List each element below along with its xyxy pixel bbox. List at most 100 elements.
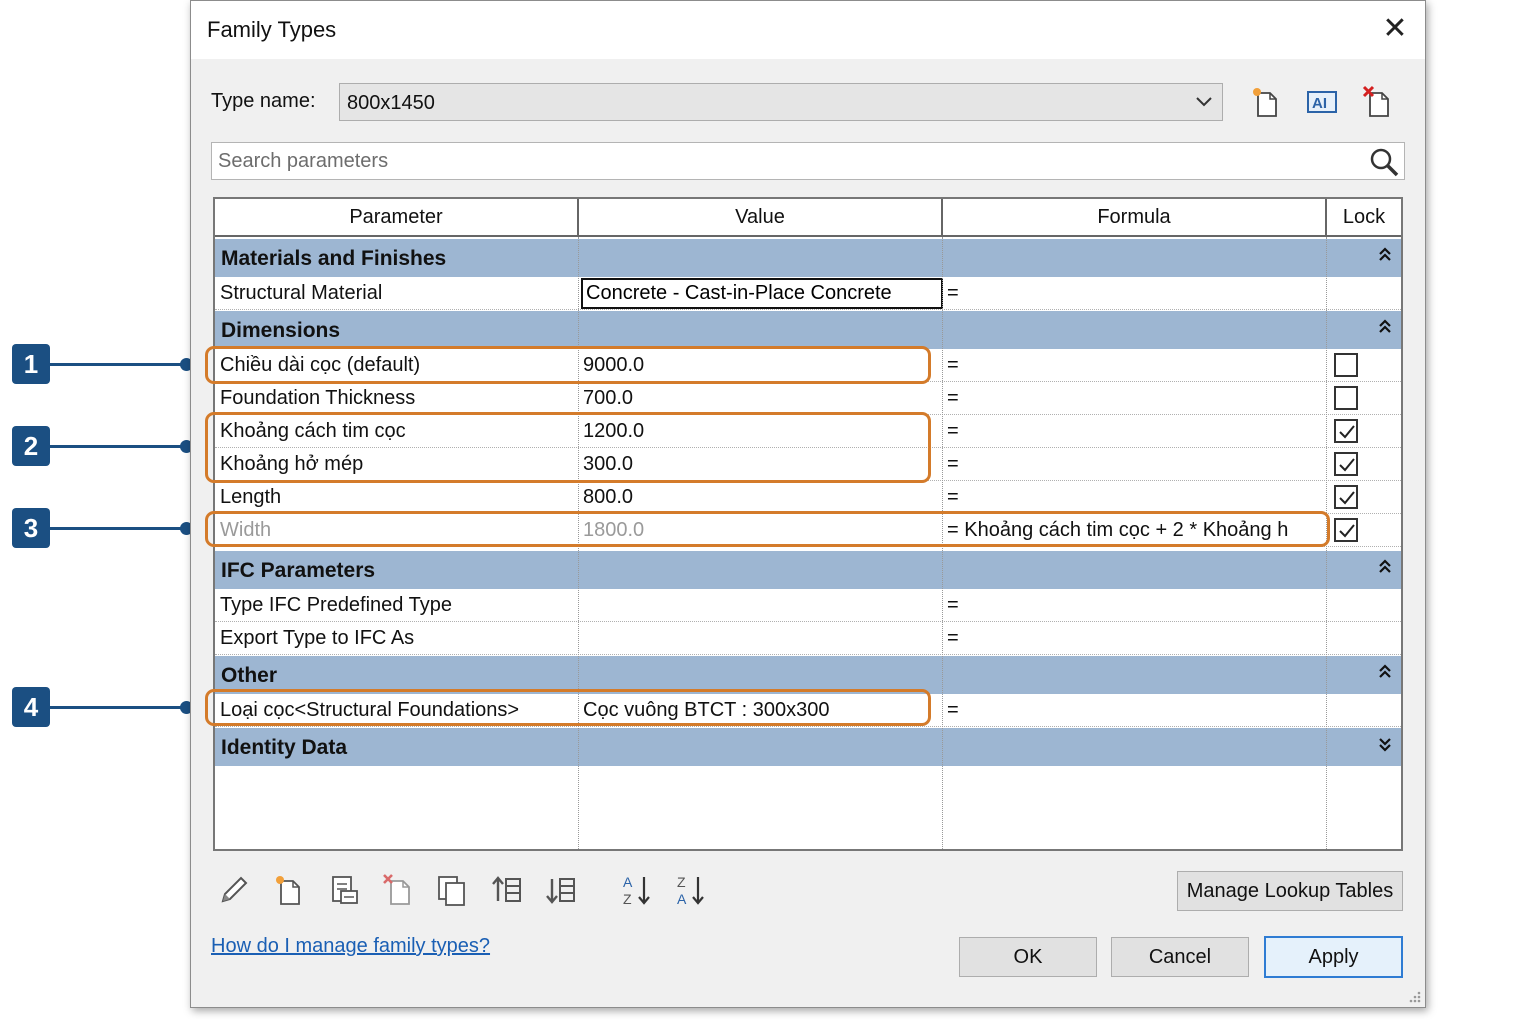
table-row[interactable]: Type IFC Predefined Type = (215, 589, 1401, 622)
highlight-box-2 (205, 412, 931, 483)
new-parameter-icon[interactable] (271, 871, 309, 909)
sort-descending-icon[interactable]: ZA (673, 871, 711, 909)
parameter-name: Foundation Thickness (220, 387, 416, 409)
value-cell[interactable] (579, 589, 941, 621)
formula-cell[interactable]: = (943, 589, 1325, 621)
group-materials-and-finishes[interactable]: Materials and Finishes (215, 239, 1401, 277)
svg-text:Z: Z (623, 891, 632, 907)
group-label: Materials and Finishes (221, 247, 447, 270)
lock-checkbox[interactable] (1334, 353, 1358, 377)
dialog-title: Family Types (207, 17, 337, 42)
page: 1 2 3 4 Family Types ✕ Type name: 800x14… (0, 0, 1520, 1020)
highlight-box-3 (205, 511, 1330, 547)
formula-cell[interactable]: = (943, 481, 1325, 513)
formula-cell[interactable]: = (943, 382, 1325, 414)
table-row[interactable]: Structural Material Concrete - Cast-in-P… (215, 277, 1401, 310)
value-cell[interactable] (579, 622, 941, 654)
lock-cell (1327, 448, 1401, 480)
highlight-box-4 (205, 689, 931, 726)
sort-ascending-icon[interactable]: AZ (619, 871, 657, 909)
delete-parameter-icon[interactable] (379, 871, 417, 909)
header-lock[interactable]: Lock (1327, 199, 1401, 235)
lock-cell (1327, 382, 1401, 414)
group-ifc-parameters[interactable]: IFC Parameters (215, 551, 1401, 589)
parameter-name: Type IFC Predefined Type (220, 594, 452, 616)
parameter-name: Length (220, 486, 282, 508)
formula-cell[interactable]: = (943, 349, 1325, 381)
structural-material-value[interactable]: Concrete - Cast-in-Place Concrete (581, 278, 943, 309)
type-name-dropdown[interactable]: 800x1450 (339, 83, 1223, 121)
collapse-icon[interactable] (1377, 557, 1393, 583)
lock-checkbox-checked[interactable] (1334, 419, 1358, 443)
formula-cell[interactable]: = (943, 415, 1325, 447)
svg-text:AI: AI (1312, 95, 1327, 112)
search-input[interactable] (218, 148, 1358, 174)
edit-parameter-icon[interactable] (215, 871, 253, 909)
group-dimensions[interactable]: Dimensions (215, 311, 1401, 349)
cancel-button[interactable]: Cancel (1111, 937, 1249, 977)
annotation-leader-1 (50, 363, 186, 366)
title-bar: Family Types ✕ (191, 1, 1425, 59)
svg-text:A: A (677, 891, 687, 907)
parameter-name: Structural Material (220, 282, 383, 304)
delete-type-icon[interactable] (1361, 85, 1395, 119)
resize-grip-icon[interactable] (1407, 989, 1421, 1003)
move-up-icon[interactable] (489, 871, 527, 909)
svg-text:Z: Z (677, 874, 686, 890)
annotation-leader-3 (50, 527, 186, 530)
search-parameters-box (211, 142, 1405, 180)
header-value[interactable]: Value (579, 199, 943, 235)
lock-cell (1327, 481, 1401, 513)
apply-button[interactable]: Apply (1264, 936, 1403, 978)
shared-parameter-icon[interactable] (325, 871, 363, 909)
expand-icon[interactable] (1377, 734, 1393, 760)
lock-cell (1327, 349, 1401, 381)
lock-checkbox-checked[interactable] (1334, 452, 1358, 476)
rename-type-icon[interactable]: AI (1305, 85, 1339, 119)
ok-button[interactable]: OK (959, 937, 1097, 977)
group-label: Other (221, 664, 278, 687)
lock-cell (1327, 514, 1401, 546)
collapse-icon[interactable] (1377, 245, 1393, 271)
move-down-icon[interactable] (543, 871, 581, 909)
close-icon[interactable]: ✕ (1379, 11, 1411, 47)
lock-checkbox-checked[interactable] (1334, 518, 1358, 542)
formula-cell[interactable]: = (943, 622, 1325, 654)
chevron-down-icon (1194, 89, 1214, 119)
value-cell[interactable]: 800.0 (579, 481, 941, 513)
search-icon[interactable] (1368, 146, 1400, 178)
parameter-name: Export Type to IFC As (220, 627, 415, 649)
manage-lookup-tables-button[interactable]: Manage Lookup Tables (1177, 871, 1403, 911)
group-label: Identity Data (221, 736, 348, 759)
header-parameter[interactable]: Parameter (215, 199, 579, 235)
value-cell[interactable]: 700.0 (579, 382, 941, 414)
lock-checkbox-checked[interactable] (1334, 485, 1358, 509)
highlight-box-1 (205, 346, 931, 384)
group-label: IFC Parameters (221, 559, 376, 582)
table-row[interactable]: Foundation Thickness 700.0 = (215, 382, 1401, 415)
table-row[interactable]: Export Type to IFC As = (215, 622, 1401, 655)
header-formula[interactable]: Formula (943, 199, 1327, 235)
annotation-badge-1: 1 (12, 344, 50, 384)
annotation-leader-4 (50, 706, 186, 709)
collapse-icon[interactable] (1377, 662, 1393, 688)
help-link[interactable]: How do I manage family types? (211, 935, 490, 958)
formula-cell[interactable]: = (943, 277, 1325, 309)
table-row[interactable]: Length 800.0 = (215, 481, 1401, 514)
collapse-icon[interactable] (1377, 317, 1393, 343)
lock-cell (1327, 415, 1401, 447)
formula-cell[interactable]: = (943, 694, 1325, 726)
family-types-dialog: Family Types ✕ Type name: 800x1450 AI Se… (190, 0, 1426, 1008)
annotation-badge-3: 3 (12, 508, 50, 548)
new-type-icon[interactable] (1249, 85, 1283, 119)
svg-text:A: A (623, 874, 633, 890)
annotation-badge-4: 4 (12, 687, 50, 727)
lock-checkbox[interactable] (1334, 386, 1358, 410)
annotation-badge-2: 2 (12, 426, 50, 466)
formula-cell[interactable]: = (943, 448, 1325, 480)
annotation-leader-2 (50, 445, 186, 448)
type-name-value: 800x1450 (347, 92, 435, 114)
copy-parameter-icon[interactable] (433, 871, 471, 909)
group-identity-data[interactable]: Identity Data (215, 728, 1401, 766)
group-label: Dimensions (221, 319, 341, 342)
